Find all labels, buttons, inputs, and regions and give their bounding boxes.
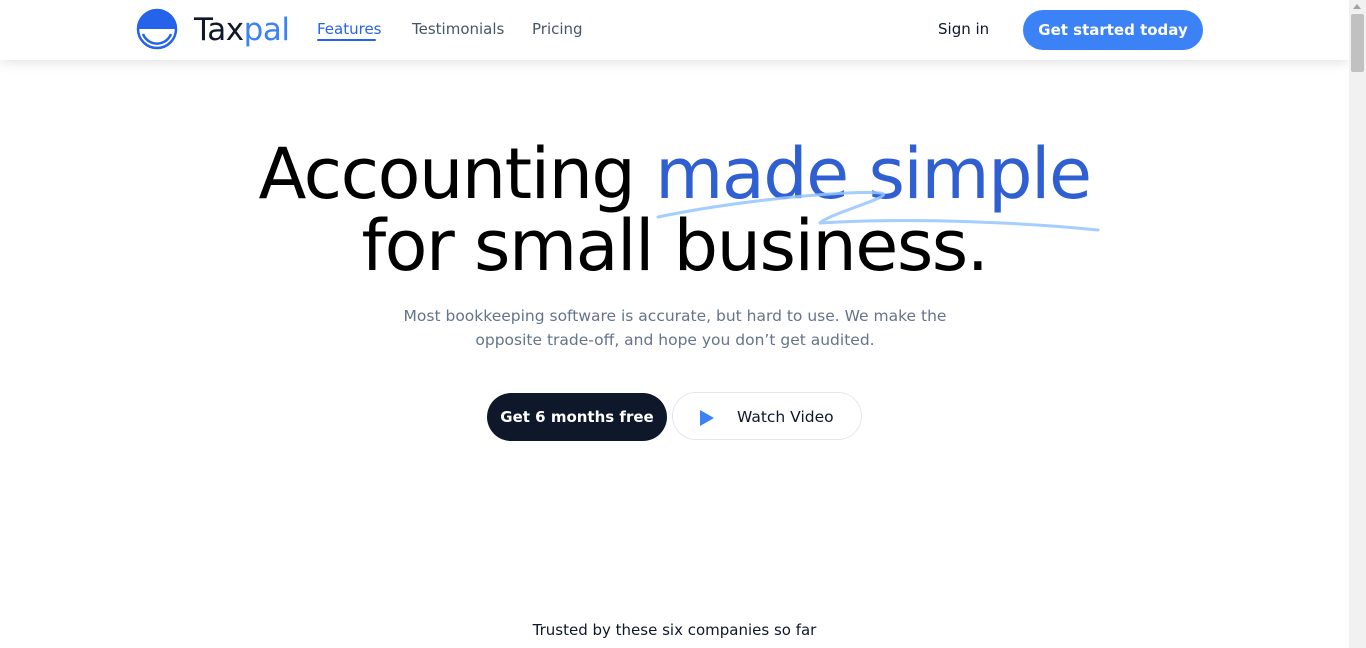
- get-6-months-free-button[interactable]: Get 6 months free: [487, 393, 667, 441]
- scrollbar-track[interactable]: [1349, 0, 1366, 648]
- logo-icon[interactable]: [136, 8, 178, 50]
- brand-name[interactable]: Taxpal: [194, 10, 290, 50]
- hero-subtitle: Most bookkeeping software is accurate, b…: [403, 307, 947, 349]
- hero-title-highlight: made simple: [655, 133, 1092, 215]
- play-icon: [700, 410, 714, 426]
- scroll-up-arrow-icon[interactable]: [1353, 4, 1361, 9]
- brand-name-part1: Tax: [194, 12, 244, 48]
- site-header: Taxpal Features Testimonials Pricing Sig…: [0, 0, 1349, 60]
- watch-video-button[interactable]: Watch Video: [672, 392, 862, 440]
- page: Taxpal Features Testimonials Pricing Sig…: [0, 0, 1349, 648]
- hero-title-part2: for small business.: [361, 205, 989, 287]
- get-started-button[interactable]: Get started today: [1023, 10, 1203, 50]
- hero-title-part1: Accounting: [258, 133, 656, 215]
- nav-link-testimonials[interactable]: Testimonials: [412, 19, 504, 39]
- watch-video-label: Watch Video: [737, 408, 834, 426]
- sign-in-link[interactable]: Sign in: [938, 19, 989, 39]
- scrollbar-thumb[interactable]: [1351, 14, 1364, 72]
- nav-active-underline: [317, 39, 376, 41]
- nav-link-features[interactable]: Features: [317, 19, 382, 39]
- brand-name-part2: pal: [243, 12, 290, 48]
- trusted-by-heading: Trusted by these six companies so far: [532, 621, 817, 639]
- nav-link-pricing[interactable]: Pricing: [532, 19, 583, 39]
- hero-title: Accounting made simple for small busines…: [0, 138, 1349, 282]
